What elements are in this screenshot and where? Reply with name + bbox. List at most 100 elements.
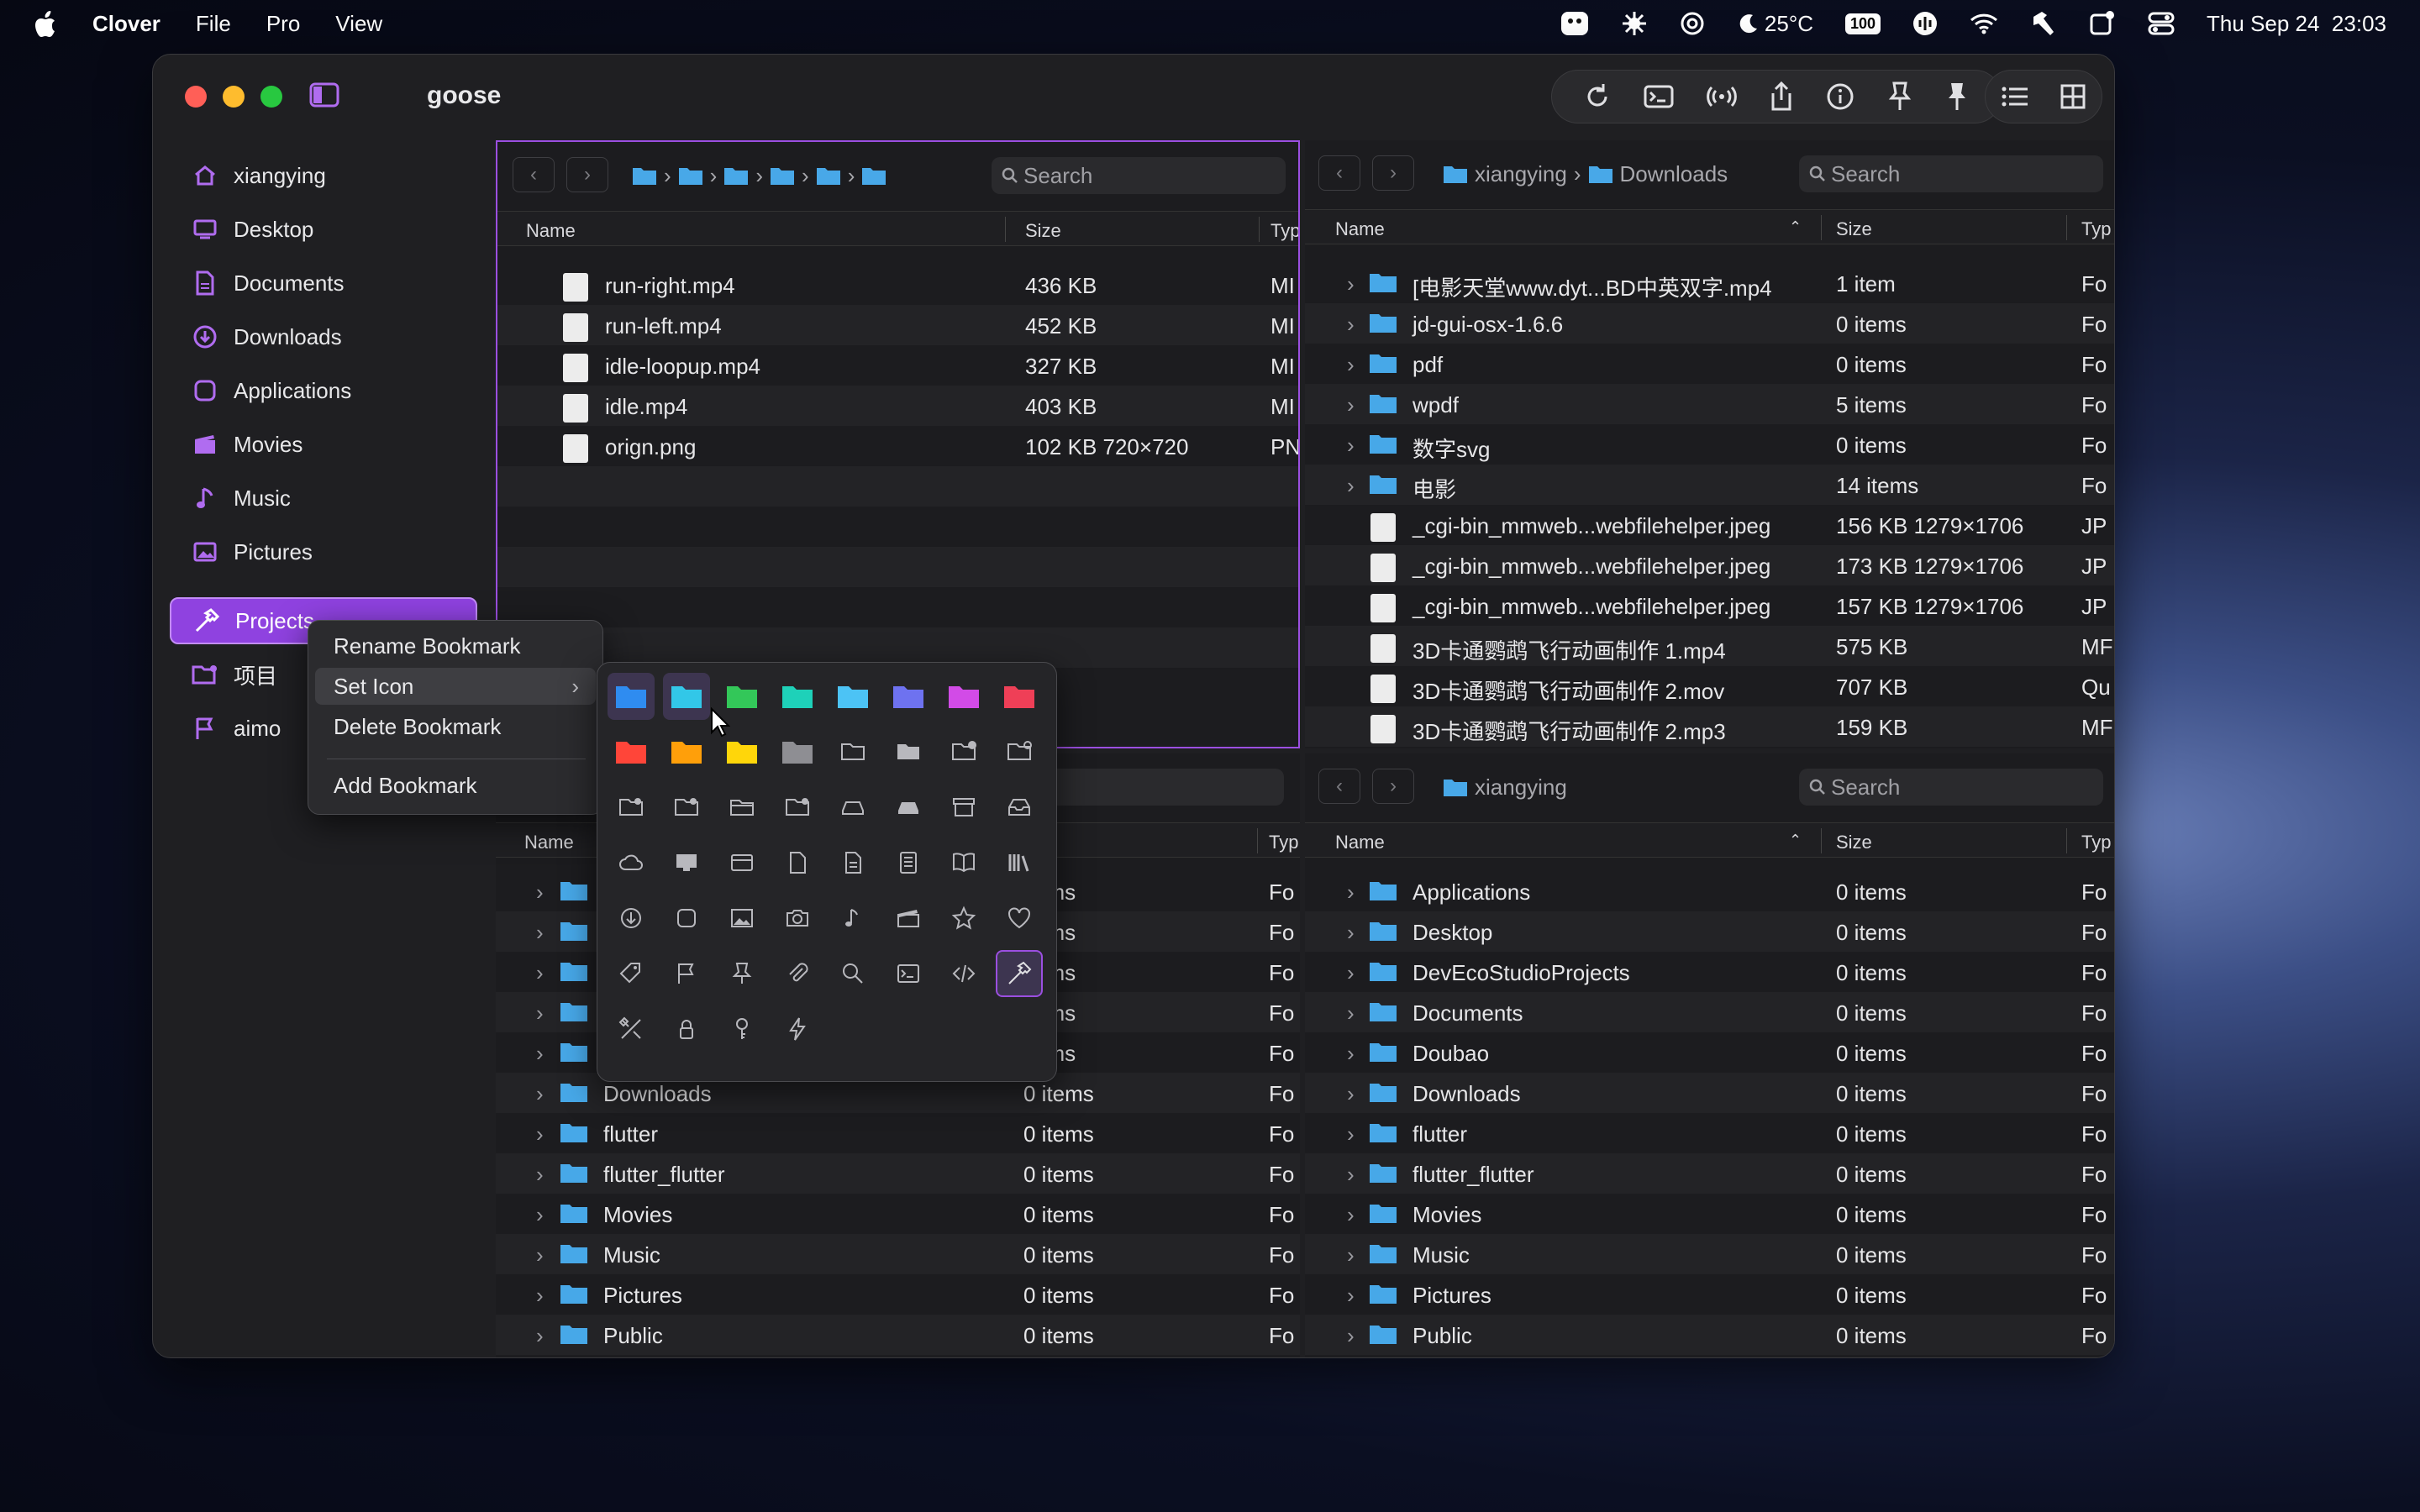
sidebar-item-applications[interactable]: Applications: [170, 367, 477, 414]
disclosure-chevron-icon[interactable]: ›: [1347, 1242, 1355, 1268]
disclosure-chevron-icon[interactable]: ›: [1347, 879, 1355, 906]
disclosure-chevron-icon[interactable]: ›: [1347, 433, 1355, 459]
color-folder-icon[interactable]: [996, 673, 1043, 720]
document-text-icon[interactable]: [829, 839, 876, 886]
breadcrumb-folder-icon[interactable]: [816, 165, 841, 186]
breadcrumb-user[interactable]: xiangying: [1475, 774, 1567, 801]
table-row[interactable]: › flutter 0 items Fo: [496, 1113, 1300, 1153]
sort-chevron-icon[interactable]: ⌃: [1789, 218, 1802, 236]
disclosure-chevron-icon[interactable]: ›: [536, 1121, 544, 1147]
color-folder-icon[interactable]: [663, 673, 710, 720]
column-name[interactable]: Name: [524, 832, 574, 853]
bolt-icon[interactable]: [774, 1005, 821, 1053]
search-input[interactable]: Search: [992, 157, 1286, 194]
menu-view[interactable]: View: [335, 11, 382, 37]
close-button[interactable]: [185, 86, 207, 108]
folder-filled-icon[interactable]: [885, 728, 932, 775]
column-type[interactable]: Typ: [1270, 220, 1298, 242]
search-icon[interactable]: [829, 950, 876, 997]
table-row[interactable]: idle.mp4 403 KB MI: [497, 386, 1298, 426]
forward-button[interactable]: ›: [1372, 769, 1414, 804]
disclosure-chevron-icon[interactable]: ›: [1347, 1000, 1355, 1026]
breadcrumb-folder-icon[interactable]: [861, 165, 886, 186]
sun-icon[interactable]: [1622, 11, 1647, 36]
menu-pro[interactable]: Pro: [266, 11, 300, 37]
table-row[interactable]: › pdf 0 items Fo: [1305, 344, 2114, 384]
back-button[interactable]: ‹: [1318, 155, 1360, 191]
download-icon[interactable]: [608, 895, 655, 942]
lock-icon[interactable]: [663, 1005, 710, 1053]
forward-button[interactable]: ›: [566, 157, 608, 192]
battery-icon[interactable]: 100: [1845, 13, 1881, 34]
card-icon[interactable]: [718, 839, 765, 886]
table-row[interactable]: › Pictures 0 items Fo: [496, 1274, 1300, 1315]
music-note-icon[interactable]: [829, 895, 876, 942]
table-row[interactable]: › Downloads 0 items Fo: [1305, 1073, 2114, 1113]
table-row[interactable]: › Music 0 items Fo: [1305, 1234, 2114, 1274]
disclosure-chevron-icon[interactable]: ›: [536, 1242, 544, 1268]
table-row[interactable]: › Doubao 0 items Fo: [1305, 1032, 2114, 1073]
table-row[interactable]: _cgi-bin_mmweb...webfilehelper.jpeg 156 K…: [1305, 505, 2114, 545]
folder-person-icon[interactable]: [608, 784, 655, 831]
book-icon[interactable]: [940, 839, 987, 886]
terminal-icon[interactable]: [885, 950, 932, 997]
airdrop-icon[interactable]: [1706, 84, 1737, 109]
pin-filled-icon[interactable]: [1944, 81, 1970, 112]
zoom-button[interactable]: [260, 86, 282, 108]
disclosure-chevron-icon[interactable]: ›: [536, 1323, 544, 1349]
rename-bookmark-item[interactable]: Rename Bookmark: [315, 627, 596, 664]
table-row[interactable]: 3D卡通鹦鹉飞行动画制作 2.mov 707 KB Qu: [1305, 666, 2114, 706]
table-row[interactable]: › Public 0 items Fo: [1305, 1315, 2114, 1355]
table-row[interactable]: › Desktop 0 items Fo: [1305, 911, 2114, 952]
document-list-icon[interactable]: [885, 839, 932, 886]
breadcrumb-folder-icon[interactable]: [632, 165, 657, 186]
folder-gear-icon[interactable]: [996, 728, 1043, 775]
star-icon[interactable]: [940, 895, 987, 942]
table-row[interactable]: › flutter_flutter 0 items Fo: [496, 1153, 1300, 1194]
info-icon[interactable]: [1826, 82, 1854, 111]
grid-view-icon[interactable]: [2060, 84, 2086, 109]
table-row[interactable]: › [电影天堂www.dyt...BD中英双字.mp4 1 item Fo: [1305, 263, 2114, 303]
table-row[interactable]: › Music 0 items Fo: [496, 1234, 1300, 1274]
photo-icon[interactable]: [718, 895, 765, 942]
notification-icon[interactable]: [2089, 10, 2116, 37]
clock[interactable]: Thu Sep 24 23:03: [2207, 11, 2386, 37]
sidebar-item-music[interactable]: Music: [170, 475, 477, 522]
flag-icon[interactable]: [663, 950, 710, 997]
disclosure-chevron-icon[interactable]: ›: [536, 879, 544, 906]
sidebar-toggle-icon[interactable]: [309, 82, 339, 108]
back-button[interactable]: ‹: [513, 157, 555, 192]
disclosure-chevron-icon[interactable]: ›: [536, 1162, 544, 1188]
table-row[interactable]: › jd-gui-osx-1.6.6 0 items Fo: [1305, 303, 2114, 344]
sidebar-item-movies[interactable]: Movies: [170, 421, 477, 468]
disclosure-chevron-icon[interactable]: ›: [536, 1000, 544, 1026]
column-type[interactable]: Typ: [1269, 832, 1298, 853]
disclosure-chevron-icon[interactable]: ›: [536, 1283, 544, 1309]
wifi-icon[interactable]: [1970, 13, 1998, 34]
disclosure-chevron-icon[interactable]: ›: [536, 1041, 544, 1067]
chatgpt-icon[interactable]: [1679, 10, 1706, 37]
tray-icon[interactable]: [996, 784, 1043, 831]
disclosure-chevron-icon[interactable]: ›: [1347, 271, 1355, 297]
sidebar-item-documents[interactable]: Documents: [170, 260, 477, 307]
disclosure-chevron-icon[interactable]: ›: [1347, 473, 1355, 499]
disclosure-chevron-icon[interactable]: ›: [536, 1081, 544, 1107]
search-input[interactable]: Search: [1799, 769, 2103, 806]
hammer-status-icon[interactable]: [2030, 10, 2057, 37]
breadcrumb-folder-icon[interactable]: [723, 165, 749, 186]
table-row[interactable]: run-left.mp4 452 KB MI: [497, 305, 1298, 345]
film-icon[interactable]: [885, 895, 932, 942]
table-row[interactable]: › flutter 0 items Fo: [1305, 1113, 2114, 1153]
table-row[interactable]: › Documents 0 items Fo: [1305, 992, 2114, 1032]
column-type[interactable]: Typ: [2081, 218, 2111, 240]
color-folder-icon[interactable]: [829, 673, 876, 720]
table-row[interactable]: 3D卡通鹦鹉飞行动画制作 1.mp4 575 KB MF: [1305, 626, 2114, 666]
sidebar-item-desktop[interactable]: Desktop: [170, 206, 477, 253]
table-row[interactable]: › flutter_flutter 0 items Fo: [1305, 1153, 2114, 1194]
column-type[interactable]: Typ: [2081, 832, 2111, 853]
table-row[interactable]: _cgi-bin_mmweb...webfilehelper.jpeg 173 K…: [1305, 545, 2114, 585]
desktop-icon[interactable]: [663, 839, 710, 886]
column-size[interactable]: Size: [1836, 218, 1872, 240]
color-folder-icon[interactable]: [608, 673, 655, 720]
add-bookmark-item[interactable]: Add Bookmark: [315, 767, 596, 804]
